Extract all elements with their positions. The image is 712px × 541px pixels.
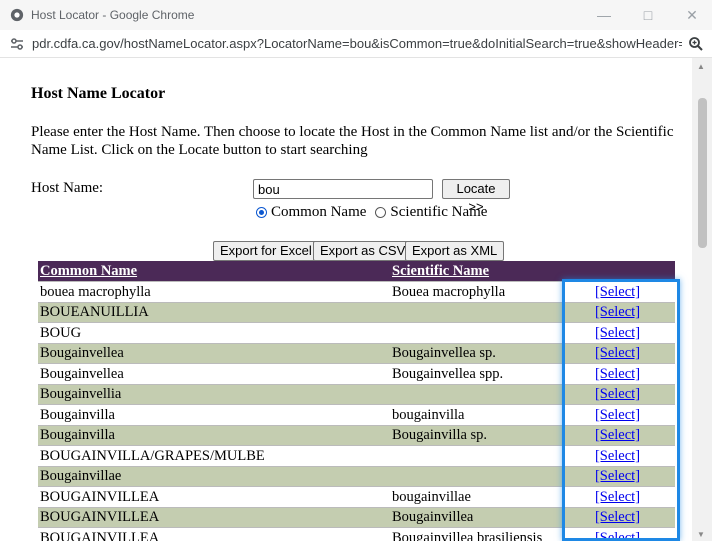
minimize-button[interactable]: — bbox=[584, 0, 624, 30]
common-name-radio[interactable] bbox=[256, 207, 267, 218]
table-row: Bougainvilla bougainvilla [Select] bbox=[38, 404, 675, 425]
table-row: BOUEANUILLIA [Select] bbox=[38, 301, 675, 323]
scientific-name-radio-label[interactable]: Scientific Name bbox=[390, 204, 487, 221]
scientific-name-cell: Bougainvillea bbox=[390, 506, 560, 528]
select-cell: [Select] bbox=[560, 363, 675, 384]
select-cell: [Select] bbox=[560, 527, 675, 541]
scientific-name-cell bbox=[390, 445, 560, 466]
site-info-icon[interactable] bbox=[10, 37, 24, 51]
scientific-name-cell: Bougainvellea sp. bbox=[390, 342, 560, 364]
scientific-name-cell: Bougainvilla sp. bbox=[390, 424, 560, 446]
common-name-cell: BOUGAINVILLEA bbox=[38, 506, 390, 528]
table-row: Bougainvillae [Select] bbox=[38, 465, 675, 487]
select-link[interactable]: [Select] bbox=[595, 284, 640, 300]
url-text[interactable]: pdr.cdfa.ca.gov/hostNameLocator.aspx?Loc… bbox=[32, 36, 682, 51]
export-excel-button[interactable]: Export for Excel bbox=[213, 241, 319, 261]
export-xml-button[interactable]: Export as XML bbox=[405, 241, 505, 261]
address-bar[interactable]: pdr.cdfa.ca.gov/hostNameLocator.aspx?Loc… bbox=[0, 30, 712, 58]
select-cell: [Select] bbox=[560, 506, 675, 528]
results-table: Common Name Scientific Name bouea macrop… bbox=[38, 261, 675, 541]
scientific-name-cell: Bougainvillea brasiliensis bbox=[390, 527, 560, 541]
scientific-name-cell: bougainvilla bbox=[390, 404, 560, 425]
scientific-name-cell bbox=[390, 465, 560, 487]
common-name-cell: Bougainvellea bbox=[38, 342, 390, 364]
select-cell: [Select] bbox=[560, 322, 675, 343]
select-cell: [Select] bbox=[560, 486, 675, 507]
chrome-icon bbox=[10, 8, 24, 22]
select-cell: [Select] bbox=[560, 465, 675, 487]
select-link[interactable]: [Select] bbox=[595, 448, 640, 464]
scientific-name-radio[interactable] bbox=[375, 207, 387, 218]
maximize-button[interactable]: □ bbox=[628, 0, 668, 30]
scientific-name-cell bbox=[390, 301, 560, 323]
select-link[interactable]: [Select] bbox=[595, 345, 640, 361]
table-row: BOUGAINVILLEA Bougainvillea brasiliensis [… bbox=[38, 527, 675, 541]
select-link[interactable]: [Select] bbox=[595, 407, 640, 423]
scroll-up-icon[interactable]: ▲ bbox=[697, 62, 705, 71]
scroll-down-icon[interactable]: ▼ bbox=[697, 530, 705, 539]
export-csv-button[interactable]: Export as CSV bbox=[313, 241, 413, 261]
scientific-name-cell: bougainvillae bbox=[390, 486, 560, 507]
select-link[interactable]: [Select] bbox=[595, 530, 640, 541]
table-row: Bougainvellea Bougainvellea sp. [Select] bbox=[38, 342, 675, 364]
search-type-options: Common Name Scientific Name bbox=[256, 204, 487, 221]
locate-button[interactable]: Locate >> bbox=[442, 179, 510, 214]
select-column-header bbox=[560, 261, 675, 282]
window-title: Host Locator - Google Chrome bbox=[31, 8, 195, 22]
select-cell: [Select] bbox=[560, 342, 675, 364]
select-cell: [Select] bbox=[560, 281, 675, 302]
zoom-icon[interactable] bbox=[688, 36, 704, 52]
select-link[interactable]: [Select] bbox=[595, 366, 640, 382]
page-content: Host Name Locator Please enter the Host … bbox=[0, 58, 692, 541]
page-scrollbar[interactable]: ▲ ▼ bbox=[692, 58, 712, 541]
common-name-header[interactable]: Common Name bbox=[38, 261, 390, 282]
window-titlebar: Host Locator - Google Chrome — □ ✕ bbox=[0, 0, 712, 30]
table-row: BOUGAINVILLEA Bougainvillea [Select] bbox=[38, 506, 675, 528]
table-row: Bougainvellia [Select] bbox=[38, 383, 675, 405]
scientific-name-cell bbox=[390, 383, 560, 405]
table-row: BOUGAINVILLEA bougainvillae [Select] bbox=[38, 486, 675, 507]
page-title: Host Name Locator bbox=[31, 85, 166, 102]
select-link[interactable]: [Select] bbox=[595, 386, 640, 402]
select-link[interactable]: [Select] bbox=[595, 427, 640, 443]
scientific-name-cell bbox=[390, 322, 560, 343]
select-cell: [Select] bbox=[560, 445, 675, 466]
select-cell: [Select] bbox=[560, 383, 675, 405]
scientific-name-cell: Bougainvellea spp. bbox=[390, 363, 560, 384]
common-name-cell: Bougainvillae bbox=[38, 465, 390, 487]
common-name-cell: bouea macrophylla bbox=[38, 281, 390, 302]
intro-text: Please enter the Host Name. Then choose … bbox=[31, 124, 674, 158]
table-row: BOUGAINVILLA/GRAPES/MULBE [Select] bbox=[38, 445, 675, 466]
select-link[interactable]: [Select] bbox=[595, 509, 640, 525]
scrollbar-thumb[interactable] bbox=[698, 98, 707, 248]
common-name-radio-label[interactable]: Common Name bbox=[271, 204, 366, 221]
table-row: Bougainvellea Bougainvellea spp. [Select] bbox=[38, 363, 675, 384]
table-row: bouea macrophylla Bouea macrophylla [Selec… bbox=[38, 281, 675, 302]
common-name-cell: Bougainvilla bbox=[38, 404, 390, 425]
common-name-cell: Bougainvellia bbox=[38, 383, 390, 405]
common-name-cell: BOUEANUILLIA bbox=[38, 301, 390, 323]
common-name-cell: BOUGAINVILLEA bbox=[38, 527, 390, 541]
common-name-cell: Bougainvellea bbox=[38, 363, 390, 384]
select-link[interactable]: [Select] bbox=[595, 304, 640, 320]
select-cell: [Select] bbox=[560, 424, 675, 446]
common-name-cell: BOUGAINVILLEA bbox=[38, 486, 390, 507]
select-link[interactable]: [Select] bbox=[595, 468, 640, 484]
table-row: Bougainvilla Bougainvilla sp. [Select] bbox=[38, 424, 675, 446]
select-cell: [Select] bbox=[560, 301, 675, 323]
close-button[interactable]: ✕ bbox=[672, 0, 712, 30]
common-name-cell: BOUGAINVILLA/GRAPES/MULBE bbox=[38, 445, 390, 466]
scientific-name-cell: Bouea macrophylla bbox=[390, 281, 560, 302]
host-name-label: Host Name: bbox=[31, 180, 104, 196]
common-name-cell: BOUG bbox=[38, 322, 390, 343]
table-header-row: Common Name Scientific Name bbox=[38, 261, 675, 282]
select-link[interactable]: [Select] bbox=[595, 489, 640, 505]
table-row: BOUG [Select] bbox=[38, 322, 675, 343]
common-name-cell: Bougainvilla bbox=[38, 424, 390, 446]
select-cell: [Select] bbox=[560, 404, 675, 425]
select-link[interactable]: [Select] bbox=[595, 325, 640, 341]
scientific-name-header[interactable]: Scientific Name bbox=[390, 261, 560, 282]
host-name-input[interactable] bbox=[253, 179, 433, 199]
